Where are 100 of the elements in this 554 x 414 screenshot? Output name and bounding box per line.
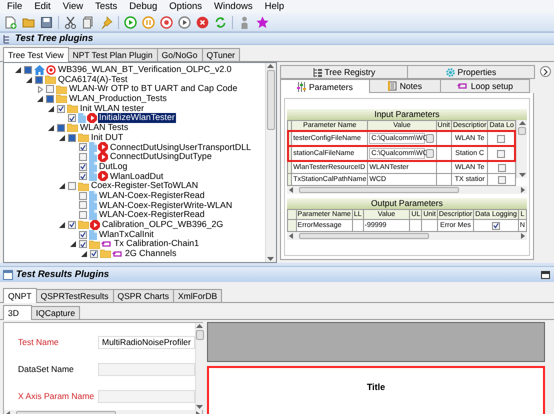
scroll-thumb[interactable] [266,70,275,130]
expanded-arrow-icon[interactable] [68,240,78,248]
scroll-up-icon[interactable] [267,64,274,68]
checkbox[interactable] [68,182,76,190]
menu-item[interactable]: Debug [123,0,164,13]
tree-item[interactable]: InitializeWlanTester [98,113,176,124]
tree-item[interactable]: WLAN-Coex-RegisterRead [98,190,206,201]
tree-item[interactable]: WlanTxCalInit [98,230,155,240]
menu-item[interactable]: View [56,0,90,13]
refresh-icon[interactable] [213,14,228,30]
input-field[interactable] [98,363,195,376]
expanded-arrow-icon[interactable] [13,66,23,74]
checkbox[interactable] [79,153,87,162]
browse-button[interactable] [426,134,434,143]
checkbox[interactable] [497,134,506,142]
expanded-arrow-icon[interactable] [57,182,67,190]
tree-item[interactable]: ConnectDutUsingUserTransportDLL [109,142,252,152]
tab[interactable]: XmlForDB [173,289,222,302]
menu-item[interactable]: Options [163,0,208,13]
checkbox[interactable] [46,85,54,94]
checkbox[interactable] [79,192,87,200]
tree-item[interactable]: WlanLoadDut [109,172,164,182]
tab[interactable]: IQCapture [30,306,80,319]
menu-item[interactable]: Tests [89,0,124,13]
menu-item[interactable]: Edit [28,0,57,13]
tree-item[interactable]: Init WLAN tester [79,104,146,114]
tab[interactable]: QTuner [202,48,240,61]
scroll-thumb[interactable] [196,330,204,340]
checkbox[interactable] [46,94,54,103]
checkbox[interactable] [79,211,87,220]
checkbox[interactable] [57,104,65,113]
expanded-arrow-icon[interactable] [24,76,34,84]
expanded-arrow-icon[interactable] [46,124,56,132]
horizontal-scrollbar[interactable] [286,232,527,240]
expanded-arrow-icon[interactable] [57,134,67,142]
browse-button[interactable] [426,149,434,158]
checkbox[interactable] [79,162,87,171]
checkbox[interactable] [57,124,65,132]
checkbox[interactable] [79,230,87,239]
tree-item[interactable]: WLAN Tests [79,123,130,133]
tree-item[interactable]: WLAN-Coex-RegisterRead [98,210,206,220]
scroll-right-icon[interactable] [521,233,525,239]
checkbox[interactable] [79,143,87,152]
tree-item[interactable]: WB396_WLAN_BT_Verification_OLPC_v2.0 [57,65,233,75]
save-icon[interactable] [39,14,54,30]
tab[interactable]: Parameters [280,79,370,93]
tree-item[interactable]: WLAN_Production_Tests [68,94,168,104]
input-field[interactable]: MultiRadioNoiseProfiler [98,336,195,349]
tab[interactable]: Notes [368,79,441,93]
play-icon[interactable] [123,14,138,30]
checkbox[interactable] [492,222,500,230]
scroll-up-icon[interactable] [196,324,204,328]
vertical-scrollbar[interactable] [516,120,527,178]
menu-item[interactable]: File [1,0,28,13]
checkbox[interactable] [68,220,76,229]
checkbox[interactable] [68,134,76,142]
tab[interactable]: Tree Test View [3,47,69,62]
tab[interactable]: 3D [3,305,32,320]
expanded-arrow-icon[interactable] [46,104,56,113]
checkbox[interactable] [68,114,76,122]
scissors-icon[interactable] [63,14,78,30]
tab[interactable]: QSPR Charts [112,289,174,302]
expanded-arrow-icon[interactable] [35,94,45,103]
tab[interactable]: Loop setup [440,79,530,93]
tab[interactable]: QNPT [3,288,37,303]
checkbox[interactable] [24,66,32,74]
expanded-arrow-icon[interactable] [79,250,89,258]
scroll-left-icon[interactable] [288,187,293,193]
star-icon[interactable] [255,14,270,30]
checkbox[interactable] [497,150,506,158]
tab[interactable]: QSPRTestResults [36,289,114,302]
tree-item[interactable]: Tx Calibration-Chain1 [113,239,200,250]
tree-item[interactable]: WLAN-Wr OTP to BT UART and Cap Code [68,84,238,94]
tree-item[interactable]: 2G Channels [124,249,178,259]
scroll-thumb[interactable] [518,127,526,135]
tree-item[interactable]: Coex-Register-SetToWLAN [90,181,200,191]
tab[interactable]: NPT Test Plan Plugin [68,48,158,61]
scroll-right-icon[interactable] [521,187,525,193]
tree-item[interactable]: QCA6174(A)-Test [57,74,128,84]
tree-item[interactable]: ConnectDutUsingDutType [109,152,213,162]
scroll-down-icon[interactable] [267,257,274,261]
chevron-right-icon[interactable] [540,66,551,77]
stop-icon[interactable] [159,14,174,30]
scroll-down-icon[interactable] [518,173,526,177]
checkbox[interactable] [498,164,506,172]
tab[interactable]: Tree Registry [280,65,408,79]
maximize-icon[interactable] [541,270,550,278]
step-icon[interactable] [177,14,192,30]
checkbox[interactable] [79,201,87,210]
scroll-thumb[interactable] [298,233,429,239]
new-file-icon[interactable] [3,14,18,30]
scroll-left-icon[interactable] [288,233,293,239]
tab[interactable]: Go/NoGo [156,48,203,61]
vertical-scrollbar[interactable] [194,323,204,410]
tree-item[interactable]: Calibration_OLPC_WB396_2G [101,220,224,230]
checkbox[interactable] [498,176,506,184]
expanded-arrow-icon[interactable] [57,220,67,229]
checkbox[interactable] [90,250,98,258]
checkbox[interactable] [35,76,43,84]
menu-item[interactable]: Help [258,0,290,13]
